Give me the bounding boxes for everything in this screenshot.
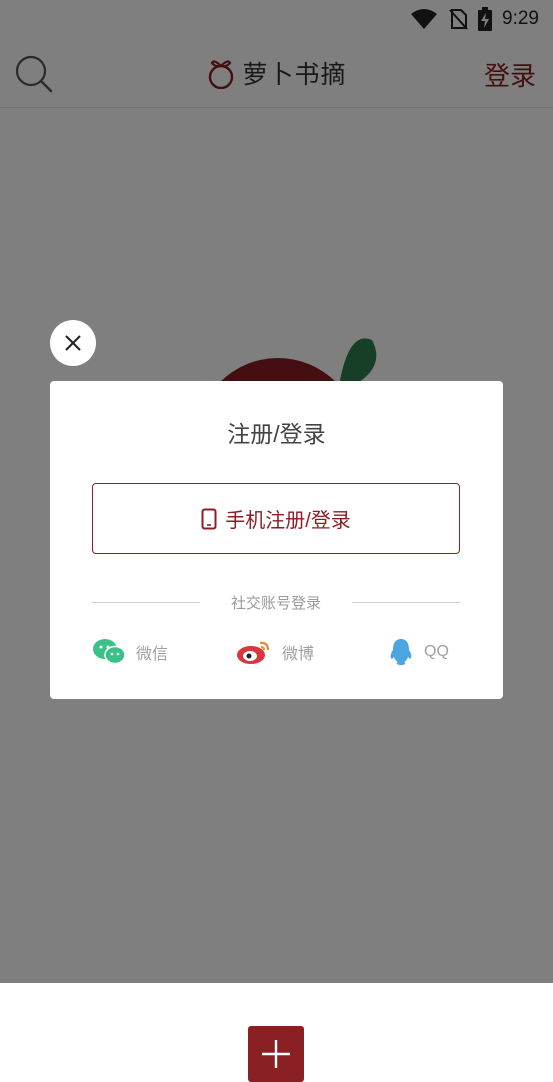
close-modal-button[interactable] <box>50 320 96 366</box>
social-divider: 社交账号登录 <box>92 592 460 612</box>
phone-icon <box>201 508 217 529</box>
phone-login-label: 手机注册/登录 <box>225 510 351 532</box>
wechat-icon <box>93 639 126 665</box>
modal-title: 注册/登录 <box>227 421 326 447</box>
login-modal: 注册/登录 手机注册/登录 社交账号登录 微信 微博 QQ <box>50 381 503 699</box>
phone-login-button[interactable]: 手机注册/登录 <box>92 483 460 554</box>
qq-icon <box>390 639 412 665</box>
add-button[interactable] <box>248 1026 304 1082</box>
plus-icon <box>262 1040 290 1068</box>
weibo-label: 微博 <box>282 646 315 663</box>
wechat-login-button[interactable]: 微信 <box>92 637 168 667</box>
weibo-login-button[interactable]: 微博 <box>236 637 314 667</box>
weibo-icon <box>237 641 270 664</box>
wechat-label: 微信 <box>136 646 169 663</box>
close-icon <box>65 335 81 351</box>
divider-line <box>352 602 460 603</box>
qq-login-button[interactable]: QQ <box>388 637 449 667</box>
qq-label: QQ <box>424 643 449 660</box>
